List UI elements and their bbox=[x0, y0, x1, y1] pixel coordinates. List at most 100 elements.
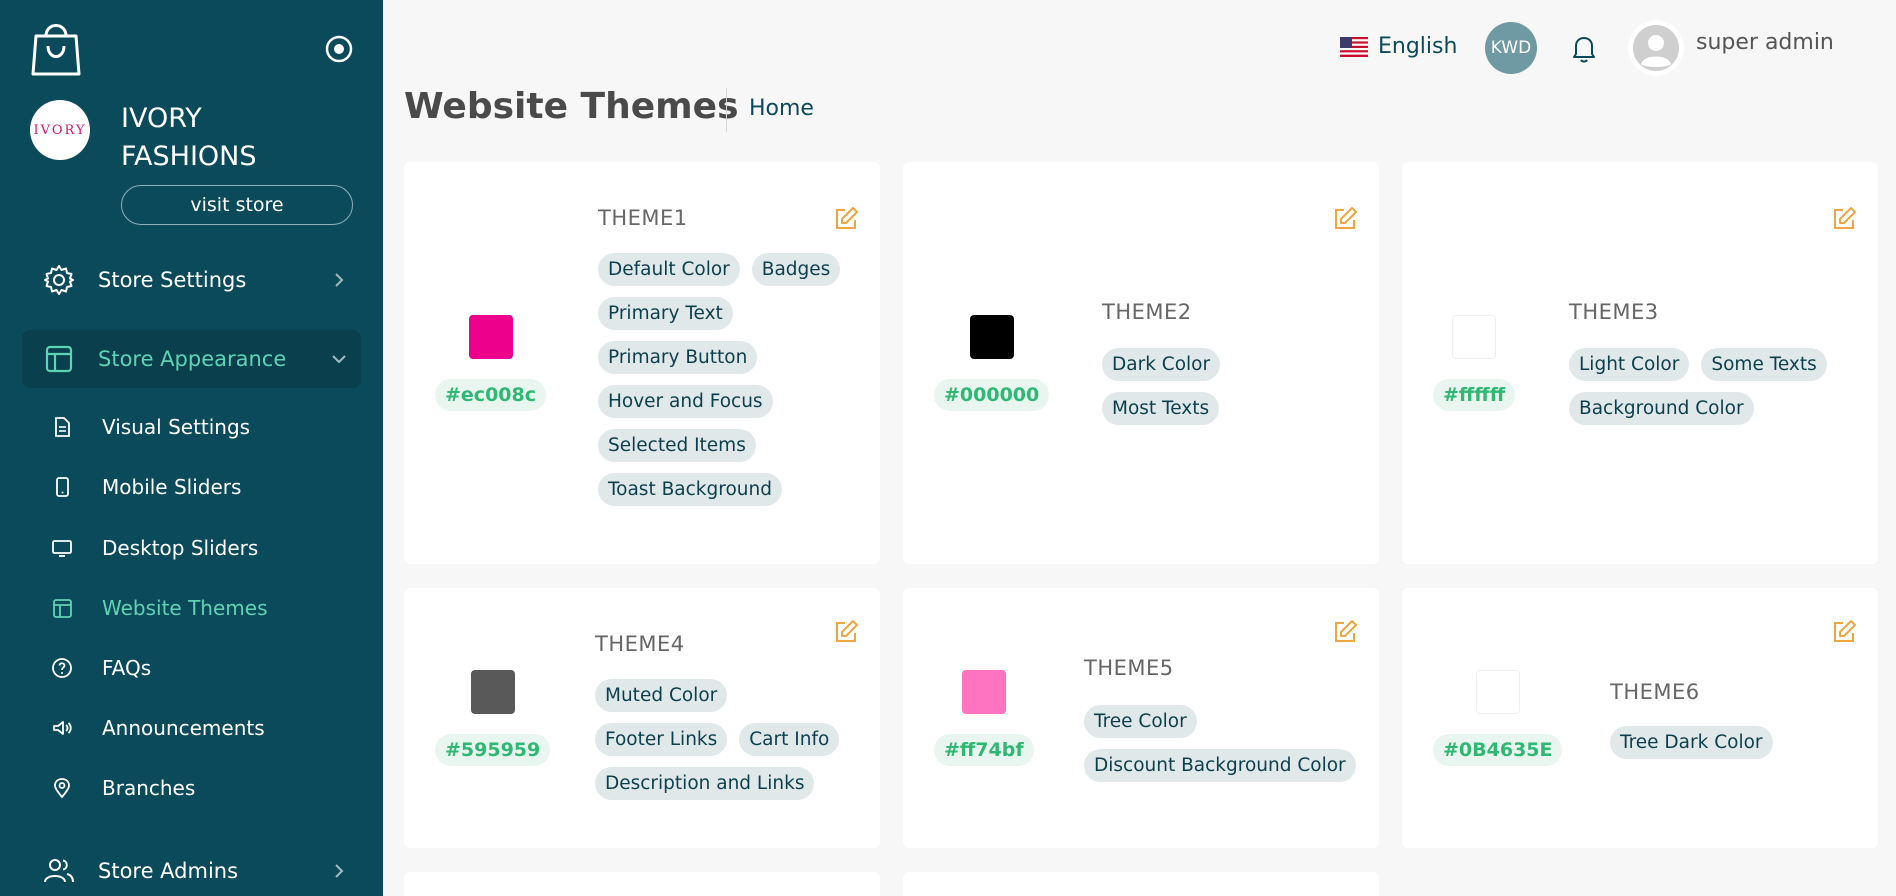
tag-list: Dark Color Most Texts bbox=[1102, 348, 1302, 425]
visit-store-button[interactable]: visit store bbox=[121, 185, 353, 225]
theme-color-preview: #0B4635E bbox=[1433, 670, 1563, 766]
color-swatch bbox=[468, 315, 513, 359]
tag: Dark Color bbox=[1102, 348, 1221, 381]
language-selector[interactable]: English bbox=[1340, 34, 1457, 59]
theme-color-preview: #ff74bf bbox=[934, 670, 1034, 766]
theme-color-preview: #595959 bbox=[435, 670, 551, 766]
nav-faqs[interactable]: FAQs bbox=[50, 648, 370, 688]
monitor-icon bbox=[52, 540, 72, 557]
edit-icon[interactable] bbox=[1830, 618, 1858, 646]
nav-desktop-sliders[interactable]: Desktop Sliders bbox=[50, 528, 370, 568]
tag: Discount Background Color bbox=[1084, 749, 1356, 782]
theme-name: THEME5 bbox=[1084, 656, 1174, 680]
color-swatch bbox=[1475, 670, 1520, 714]
tag-list: Tree Color Discount Background Color bbox=[1084, 705, 1369, 782]
tag: Default Color bbox=[598, 253, 740, 286]
tag-list: Light Color Some Texts Background Color bbox=[1569, 348, 1859, 425]
hex-value: #ffffff bbox=[1433, 379, 1516, 411]
edit-icon[interactable] bbox=[1331, 618, 1359, 646]
tag: Cart Info bbox=[739, 723, 840, 756]
edit-icon[interactable] bbox=[832, 618, 860, 646]
theme-card-8 bbox=[903, 872, 1379, 896]
theme-card-6: #0B4635E THEME6 Tree Dark Color bbox=[1402, 588, 1878, 848]
theme-name: THEME2 bbox=[1102, 300, 1192, 324]
tag: Toast Background bbox=[598, 473, 782, 506]
user-avatar[interactable] bbox=[1628, 20, 1684, 76]
edit-icon[interactable] bbox=[832, 205, 860, 233]
tag-list: Default Color Badges Primary Text Primar… bbox=[598, 253, 868, 506]
layout-icon bbox=[45, 345, 73, 373]
currency-selector[interactable]: KWD bbox=[1485, 22, 1537, 74]
chevron-right-icon bbox=[335, 273, 344, 287]
nav-website-themes[interactable]: Website Themes bbox=[50, 588, 370, 628]
tag-list: Muted Color Footer Links Cart Info Descr… bbox=[595, 679, 865, 800]
page-title: Website Themes bbox=[404, 86, 739, 127]
tag: Tree Color bbox=[1084, 705, 1197, 738]
theme-name: THEME6 bbox=[1610, 680, 1700, 704]
color-swatch bbox=[969, 315, 1014, 359]
tag: Footer Links bbox=[595, 723, 728, 756]
theme-name: THEME4 bbox=[595, 632, 685, 656]
user-icon bbox=[1633, 25, 1679, 71]
theme-card-7 bbox=[404, 872, 880, 896]
question-circle-icon bbox=[52, 658, 72, 678]
sidebar-toggle-icon[interactable] bbox=[324, 34, 354, 64]
hex-value: #ff74bf bbox=[934, 734, 1034, 766]
nav-store-admins[interactable]: Store Admins bbox=[22, 842, 361, 896]
sidebar: IVORY IVORY FASHIONS visit store Store S… bbox=[0, 0, 383, 896]
nav-announcements[interactable]: Announcements bbox=[50, 708, 370, 748]
us-flag-icon bbox=[1340, 36, 1368, 57]
theme-name: THEME3 bbox=[1569, 300, 1659, 324]
tag: Some Texts bbox=[1701, 348, 1827, 381]
theme-color-preview: #ec008c bbox=[435, 315, 546, 411]
store-name: IVORY FASHIONS bbox=[121, 103, 257, 172]
tag: Description and Links bbox=[595, 767, 815, 800]
nav-visual-settings[interactable]: Visual Settings bbox=[50, 407, 370, 447]
tag: Tree Dark Color bbox=[1610, 726, 1773, 759]
theme-color-preview: #000000 bbox=[934, 315, 1050, 411]
theme-name: THEME1 bbox=[598, 206, 688, 230]
tag: Primary Text bbox=[598, 297, 733, 330]
tag: Muted Color bbox=[595, 679, 728, 712]
map-pin-icon bbox=[54, 778, 70, 799]
layout-icon bbox=[53, 599, 72, 618]
document-icon bbox=[55, 417, 70, 437]
color-swatch bbox=[1452, 315, 1497, 359]
theme-color-preview: #ffffff bbox=[1433, 315, 1516, 411]
tag: Badges bbox=[751, 253, 841, 286]
nav-store-settings[interactable]: Store Settings bbox=[22, 251, 361, 309]
shopping-bag-logo-icon bbox=[31, 24, 81, 76]
theme-card-5: #ff74bf THEME5 Tree Color Discount Backg… bbox=[903, 588, 1379, 848]
nav-mobile-sliders[interactable]: Mobile Sliders bbox=[50, 467, 370, 507]
tag: Hover and Focus bbox=[598, 385, 773, 418]
users-icon bbox=[44, 859, 74, 883]
title-divider bbox=[726, 88, 727, 132]
gear-icon bbox=[44, 265, 74, 295]
edit-icon[interactable] bbox=[1830, 205, 1858, 233]
store-logo-avatar: IVORY bbox=[30, 100, 90, 160]
hex-value: #ec008c bbox=[435, 379, 546, 411]
tag: Selected Items bbox=[598, 429, 756, 462]
color-swatch bbox=[470, 670, 515, 714]
tag: Primary Button bbox=[598, 341, 758, 374]
edit-icon[interactable] bbox=[1331, 205, 1359, 233]
bell-icon[interactable] bbox=[1567, 31, 1601, 65]
theme-card-2: #000000 THEME2 Dark Color Most Texts bbox=[903, 162, 1379, 564]
hex-value: #000000 bbox=[934, 379, 1050, 411]
tag: Most Texts bbox=[1102, 392, 1220, 425]
breadcrumb-home[interactable]: Home bbox=[749, 96, 814, 121]
color-swatch bbox=[961, 670, 1006, 714]
tag: Background Color bbox=[1569, 392, 1754, 425]
tag-list: Tree Dark Color bbox=[1610, 726, 1860, 759]
tag: Light Color bbox=[1569, 348, 1690, 381]
hex-value: #595959 bbox=[435, 734, 551, 766]
megaphone-icon bbox=[53, 721, 72, 735]
nav-store-appearance[interactable]: Store Appearance bbox=[22, 330, 361, 388]
chevron-right-icon bbox=[335, 864, 344, 878]
smartphone-icon bbox=[56, 477, 69, 497]
theme-card-3: #ffffff THEME3 Light Color Some Texts Ba… bbox=[1402, 162, 1878, 564]
theme-card-4: #595959 THEME4 Muted Color Footer Links … bbox=[404, 588, 880, 848]
nav-branches[interactable]: Branches bbox=[50, 768, 370, 808]
hex-value: #0B4635E bbox=[1433, 734, 1563, 766]
user-name[interactable]: super admin bbox=[1696, 30, 1834, 55]
